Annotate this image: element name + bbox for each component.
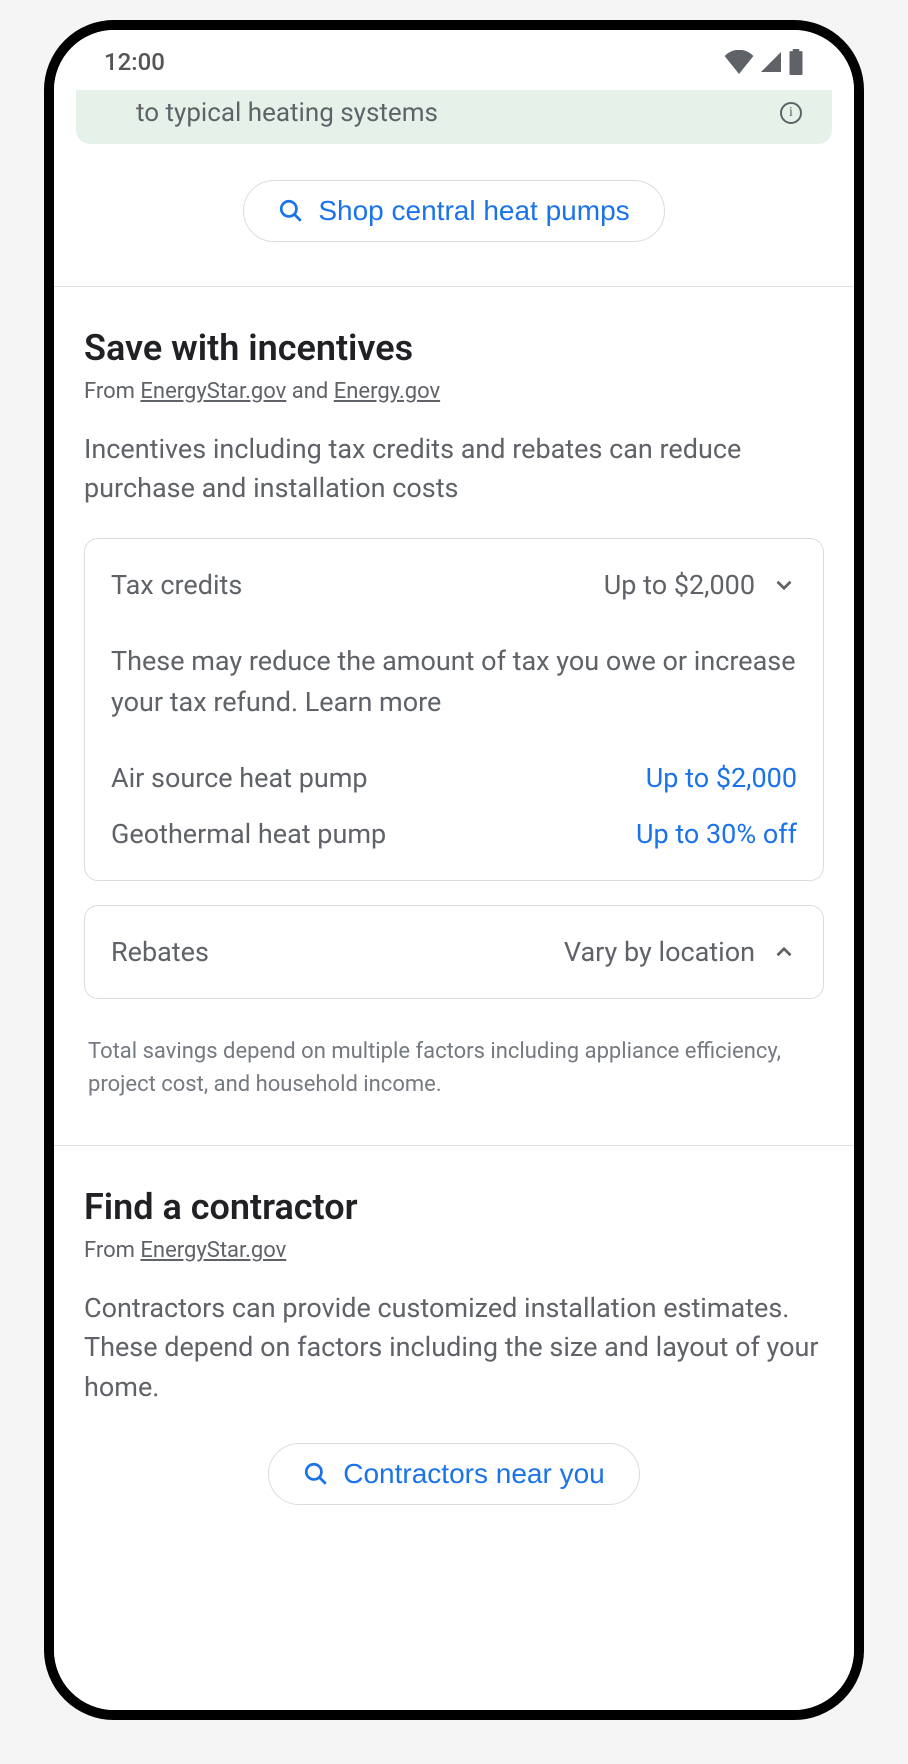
info-icon[interactable]: i bbox=[780, 102, 802, 124]
phone-frame: 12:00 to typical heating systems i Shop … bbox=[44, 20, 864, 1720]
search-icon bbox=[303, 1461, 329, 1487]
contractor-source-line: From EnergyStar.gov bbox=[84, 1238, 824, 1263]
tax-credits-label: Tax credits bbox=[111, 569, 242, 601]
contractor-button-label: Contractors near you bbox=[343, 1458, 604, 1490]
incentives-heading: Save with incentives bbox=[84, 327, 824, 369]
rebates-header[interactable]: Rebates Vary by location bbox=[111, 936, 797, 968]
battery-icon bbox=[788, 49, 804, 75]
rebates-card: Rebates Vary by location bbox=[84, 905, 824, 999]
energygov-link[interactable]: Energy.gov bbox=[334, 379, 440, 404]
air-source-value-link[interactable]: Up to $2,000 bbox=[646, 762, 797, 794]
wifi-icon bbox=[724, 50, 754, 74]
energy-banner: to typical heating systems i bbox=[76, 90, 832, 144]
status-time: 12:00 bbox=[104, 48, 165, 76]
shop-button-label: Shop central heat pumps bbox=[318, 195, 629, 227]
status-bar: 12:00 bbox=[54, 30, 854, 84]
banner-text: to typical heating systems bbox=[136, 98, 772, 128]
from-prefix: From bbox=[84, 379, 140, 404]
tax-credits-card: Tax credits Up to $2,000 These may reduc… bbox=[84, 538, 824, 881]
tax-credits-body: These may reduce the amount of tax you o… bbox=[111, 641, 797, 850]
incentives-footnote: Total savings depend on multiple factors… bbox=[84, 1023, 824, 1135]
contractors-near-you-button[interactable]: Contractors near you bbox=[268, 1443, 639, 1505]
tax-credits-explain: These may reduce the amount of tax you o… bbox=[111, 641, 797, 722]
incentives-description: Incentives including tax credits and reb… bbox=[84, 430, 824, 508]
geothermal-value-link[interactable]: Up to 30% off bbox=[636, 818, 797, 850]
screen: 12:00 to typical heating systems i Shop … bbox=[54, 30, 854, 1710]
energystar-link[interactable]: EnergyStar.gov bbox=[140, 1238, 286, 1263]
chevron-up-icon bbox=[771, 939, 797, 965]
content: to typical heating systems i Shop centra… bbox=[54, 90, 854, 1579]
and-text: and bbox=[286, 379, 333, 404]
row-label: Air source heat pump bbox=[111, 762, 368, 794]
search-icon bbox=[278, 198, 304, 224]
chevron-down-icon bbox=[771, 572, 797, 598]
rebates-label: Rebates bbox=[111, 936, 209, 968]
contractor-heading: Find a contractor bbox=[84, 1186, 824, 1228]
contractor-button-row: Contractors near you bbox=[84, 1443, 824, 1505]
incentives-section: Save with incentives From EnergyStar.gov… bbox=[54, 287, 854, 1145]
tax-credits-header[interactable]: Tax credits Up to $2,000 bbox=[111, 569, 797, 601]
contractor-section: Find a contractor From EnergyStar.gov Co… bbox=[54, 1146, 854, 1558]
contractor-description: Contractors can provide customized insta… bbox=[84, 1289, 824, 1406]
incentives-source-line: From EnergyStar.gov and Energy.gov bbox=[84, 379, 824, 404]
energystar-link[interactable]: EnergyStar.gov bbox=[140, 379, 286, 404]
shop-heat-pumps-button[interactable]: Shop central heat pumps bbox=[243, 180, 664, 242]
row-label: Geothermal heat pump bbox=[111, 818, 386, 850]
from-prefix: From bbox=[84, 1238, 140, 1263]
incentive-row-geothermal: Geothermal heat pump Up to 30% off bbox=[111, 818, 797, 850]
shop-button-row: Shop central heat pumps bbox=[54, 180, 854, 242]
status-icons bbox=[724, 49, 804, 75]
rebates-value: Vary by location bbox=[564, 936, 755, 968]
incentive-row-air-source: Air source heat pump Up to $2,000 bbox=[111, 762, 797, 794]
tax-credits-value: Up to $2,000 bbox=[604, 569, 755, 601]
cell-signal-icon bbox=[758, 50, 784, 74]
